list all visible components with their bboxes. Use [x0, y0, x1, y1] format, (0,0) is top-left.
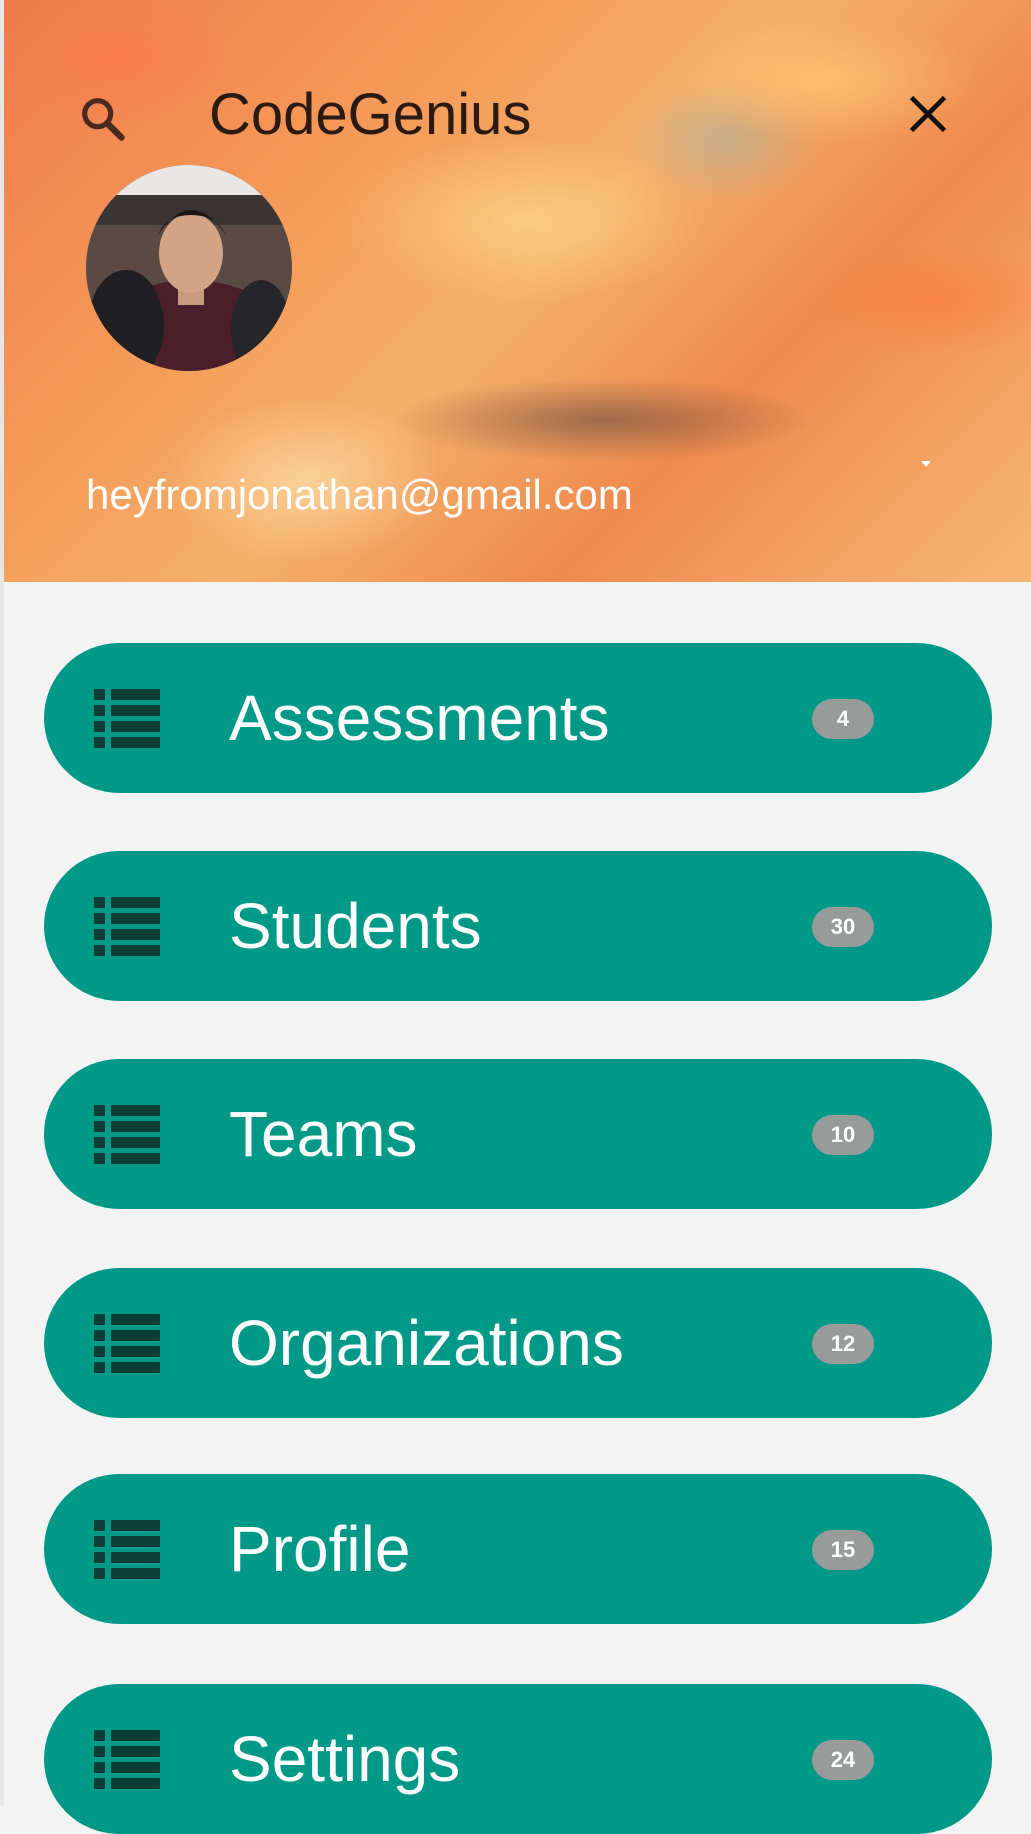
count-badge: 15 — [812, 1530, 874, 1570]
nav-item-assessments[interactable]: Assessments 4 — [44, 643, 992, 793]
list-icon — [94, 1520, 160, 1579]
app-title: CodeGenius — [209, 82, 532, 147]
count-badge: 10 — [812, 1115, 874, 1155]
count-badge: 24 — [812, 1740, 874, 1780]
count-badge: 12 — [812, 1324, 874, 1364]
nav-item-organizations[interactable]: Organizations 12 — [44, 1268, 992, 1418]
avatar[interactable] — [86, 165, 292, 371]
drawer-header: CodeGenius heyfromjonathan@gmail.com — [4, 0, 1031, 582]
chevron-down-icon[interactable] — [919, 459, 933, 469]
nav-item-label: Assessments — [229, 682, 610, 754]
nav-item-teams[interactable]: Teams 10 — [44, 1059, 992, 1209]
nav-item-label: Students — [229, 890, 482, 962]
list-icon — [94, 1314, 160, 1373]
account-email: heyfromjonathan@gmail.com — [86, 471, 633, 518]
nav-item-label: Organizations — [229, 1307, 624, 1379]
list-icon — [94, 689, 160, 748]
nav-item-settings[interactable]: Settings 24 — [44, 1684, 992, 1834]
nav-item-students[interactable]: Students 30 — [44, 851, 992, 1001]
list-icon — [94, 1730, 160, 1789]
count-badge: 4 — [812, 699, 874, 739]
count-badge: 30 — [812, 907, 874, 947]
nav-item-label: Teams — [229, 1098, 418, 1170]
nav-item-label: Profile — [229, 1513, 411, 1585]
search-icon[interactable] — [76, 92, 128, 144]
list-icon — [94, 897, 160, 956]
nav-item-profile[interactable]: Profile 15 — [44, 1474, 992, 1624]
close-icon[interactable] — [906, 92, 950, 136]
list-icon — [94, 1105, 160, 1164]
nav-item-label: Settings — [229, 1723, 461, 1795]
